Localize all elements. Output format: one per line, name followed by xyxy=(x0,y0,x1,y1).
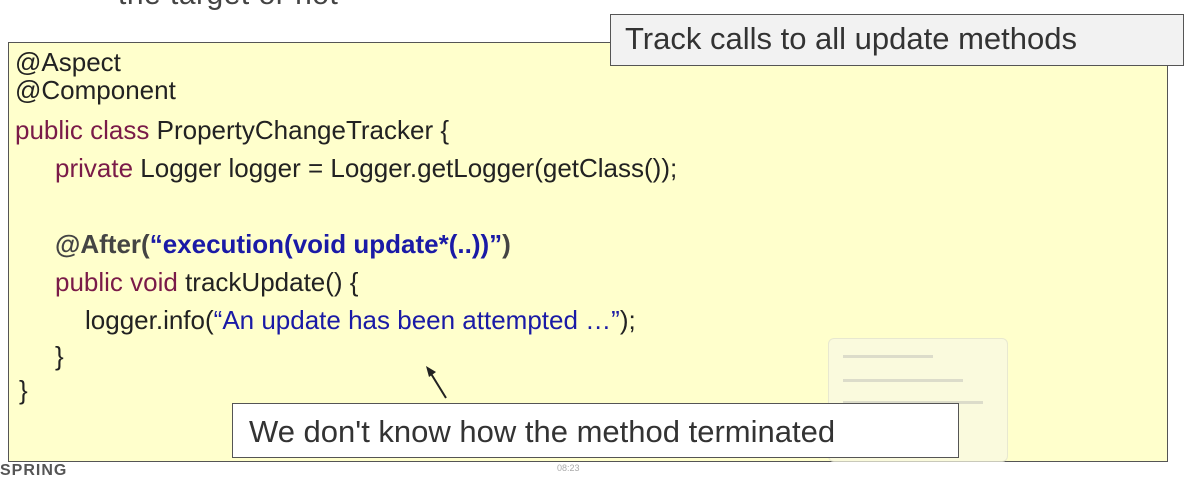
pointcut-expression: “execution(void update*(..))” xyxy=(149,229,503,259)
annotation: @After( xyxy=(55,229,150,259)
pointer-arrow-icon xyxy=(426,366,447,399)
log-message: “An update has been attempted …” xyxy=(213,305,620,335)
method-signature: trackUpdate() { xyxy=(177,267,359,297)
code-line-class-close: } xyxy=(19,375,28,405)
keyword: public class xyxy=(15,115,150,145)
code-line-method-close: } xyxy=(55,341,64,371)
callout-track-calls: Track calls to all update methods xyxy=(610,14,1184,66)
call-prefix: logger.info( xyxy=(85,305,214,335)
brand-logo-fragment: SPRING xyxy=(0,462,68,479)
call-suffix: ); xyxy=(619,305,636,335)
logger-decl: Logger logger = Logger.getLogger(getClas… xyxy=(133,153,678,183)
class-name: PropertyChangeTracker { xyxy=(149,115,450,145)
keyword: private xyxy=(55,153,134,183)
video-timestamp: 08:23 xyxy=(557,463,580,473)
code-line-component: @Component xyxy=(15,75,176,105)
code-line-method-decl: public void trackUpdate() { xyxy=(55,267,359,297)
code-line-aspect: @Aspect xyxy=(15,47,121,77)
code-line-logger-call: logger.info(“An update has been attempte… xyxy=(85,305,636,335)
slide-heading-fragment: the target or not xyxy=(118,0,338,12)
keyword: public void xyxy=(55,267,178,297)
code-line-class-decl: public class PropertyChangeTracker { xyxy=(15,115,449,145)
callout-termination-note: We don't know how the method terminated xyxy=(232,403,959,458)
code-line-logger: private Logger logger = Logger.getLogger… xyxy=(55,153,677,183)
code-line-after-annotation: @After(“execution(void update*(..))”) xyxy=(55,229,511,259)
annotation-close: ) xyxy=(502,229,511,259)
